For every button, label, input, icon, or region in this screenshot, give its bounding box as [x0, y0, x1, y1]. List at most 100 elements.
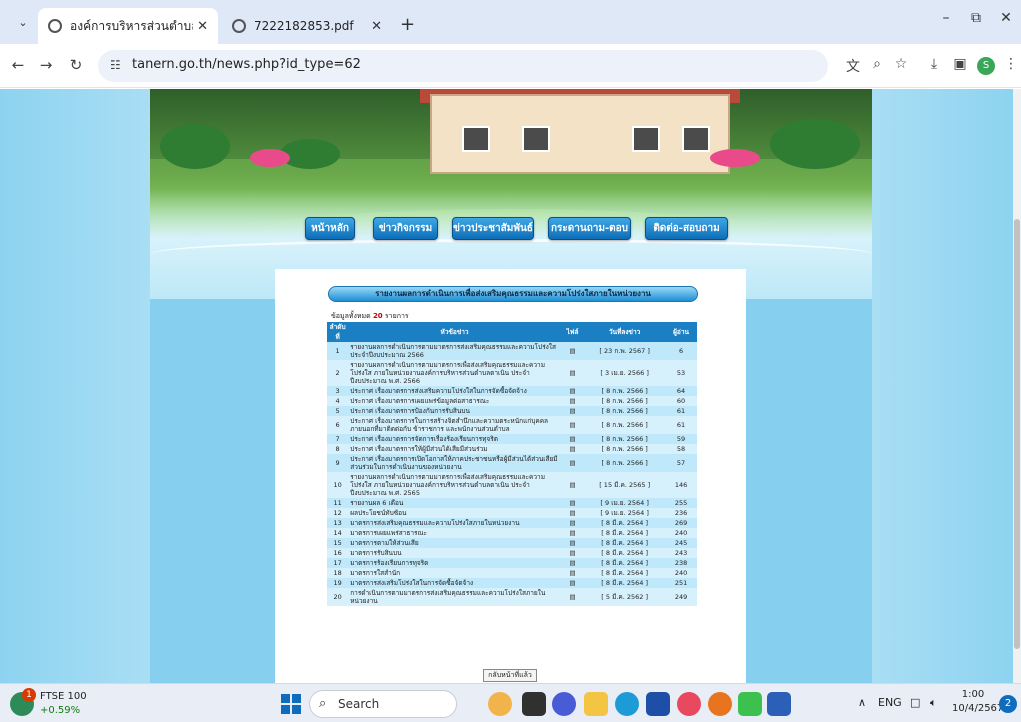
row-title-link[interactable]: มาตรการตามให้ส่วนเสีย: [348, 538, 561, 548]
row-title-link[interactable]: รายงานผลการดำเนินการตามมาตรการเพื่อส่งเส…: [348, 360, 561, 386]
row-title-link[interactable]: ผลประโยชน์ทับซ้อน: [348, 508, 561, 518]
row-title-link[interactable]: มาตรการร้องเรียนการทุจริต: [348, 558, 561, 568]
row-title-link[interactable]: มาตรการส่งเสริมคุณธรรมและความโปร่งใสภายใ…: [348, 518, 561, 528]
taskbar-search[interactable]: ⌕ Search: [309, 690, 457, 718]
row-title-link[interactable]: ประกาศ เรื่องมาตรการเปิดโอกาสให้ภาคประชา…: [348, 454, 561, 472]
table-row[interactable]: 15 มาตรการตามให้ส่วนเสีย ▤[ 8 มี.ค. 2564 ]…: [327, 538, 697, 548]
table-row[interactable]: 9 ประกาศ เรื่องมาตรการเปิดโอกาสให้ภาคประช…: [327, 454, 697, 472]
table-row[interactable]: 11 รายงานผล 6 เดือน ▤[ 9 เม.ย. 2564 ] 255: [327, 498, 697, 508]
restore-icon[interactable]: ⧉: [961, 10, 991, 26]
page-scrollbar[interactable]: [1013, 89, 1021, 683]
file-icon[interactable]: ▤: [560, 578, 585, 588]
forward-icon[interactable]: →: [36, 56, 56, 74]
nav-announcements-button[interactable]: ข่าวประชาสัมพันธ์: [452, 217, 534, 240]
close-tab-icon[interactable]: ✕: [197, 19, 208, 34]
row-title-link[interactable]: ประกาศ เรื่องมาตรการส่งเสริมความโปร่งใสใ…: [348, 386, 561, 396]
site-settings-icon[interactable]: ☷: [110, 58, 121, 72]
tab-pdf[interactable]: 7222182853.pdf ✕: [222, 8, 392, 44]
row-title-link[interactable]: รายงานผล 6 เดือน: [348, 498, 561, 508]
chrome-icon[interactable]: [708, 692, 732, 716]
table-row[interactable]: 12 ผลประโยชน์ทับซ้อน ▤[ 9 เม.ย. 2564 ] 236: [327, 508, 697, 518]
word-icon[interactable]: [767, 692, 791, 716]
row-title-link[interactable]: ประกาศ เรื่องมาตรการให้ผู้มีส่วนได้เสียม…: [348, 444, 561, 454]
chat-icon[interactable]: [552, 692, 576, 716]
row-title-link[interactable]: รายงานผลการดำเนินการตามมาตรการเพื่อส่งเส…: [348, 472, 561, 498]
table-row[interactable]: 5 ประกาศ เรื่องมาตรการป้องกันการรับสินบน ▤…: [327, 406, 697, 416]
file-icon[interactable]: ▤: [560, 518, 585, 528]
back-page-button[interactable]: กลับหน้าที่แล้ว: [483, 669, 537, 682]
table-row[interactable]: 6 ประกาศ เรื่องมาตรการในการสร้างจิตสำนึกแ…: [327, 416, 697, 434]
tray-chevron-icon[interactable]: ∧: [858, 696, 866, 709]
file-icon[interactable]: ▤: [560, 406, 585, 416]
address-bar[interactable]: ☷ tanern.go.th/news.php?id_type=62: [98, 50, 828, 82]
table-row[interactable]: 19 มาตรการส่งเสริมโปร่งใสในการจัดซื้อจัดจ…: [327, 578, 697, 588]
table-row[interactable]: 3 ประกาศ เรื่องมาตรการส่งเสริมความโปร่งใส…: [327, 386, 697, 396]
table-row[interactable]: 10 รายงานผลการดำเนินการตามมาตรการเพื่อส่ง…: [327, 472, 697, 498]
volume-icon[interactable]: 🔈︎: [930, 696, 937, 710]
file-icon[interactable]: ▤: [560, 360, 585, 386]
table-row[interactable]: 1 รายงานผลการดำเนินการตามมาตรการส่งเสริมค…: [327, 342, 697, 360]
nav-home-button[interactable]: หน้าหลัก: [305, 217, 355, 240]
file-icon[interactable]: ▤: [560, 416, 585, 434]
table-row[interactable]: 13 มาตรการส่งเสริมคุณธรรมและความโปร่งใสภา…: [327, 518, 697, 528]
table-row[interactable]: 8 ประกาศ เรื่องมาตรการให้ผู้มีส่วนได้เสีย…: [327, 444, 697, 454]
language-indicator[interactable]: ENG: [878, 696, 902, 709]
table-row[interactable]: 18 มาตรการใสสำนัก ▤[ 8 มี.ค. 2564 ] 240: [327, 568, 697, 578]
file-icon[interactable]: ▤: [560, 548, 585, 558]
file-icon[interactable]: ▤: [560, 498, 585, 508]
file-icon[interactable]: ▤: [560, 588, 585, 606]
file-icon[interactable]: ▤: [560, 472, 585, 498]
reload-icon[interactable]: ↻: [66, 56, 86, 74]
new-tab-button[interactable]: +: [400, 14, 415, 35]
table-row[interactable]: 7 ประกาศ เรื่องมาตรการจัดการเรื่องร้องเรี…: [327, 434, 697, 444]
table-row[interactable]: 2 รายงานผลการดำเนินการตามมาตรการเพื่อส่งเ…: [327, 360, 697, 386]
row-title-link[interactable]: การดำเนินการตามมาตรการส่งเสริมคุณธรรมและ…: [348, 588, 561, 606]
menu-dots-icon[interactable]: ⋮: [1001, 56, 1021, 72]
table-row[interactable]: 17 มาตรการร้องเรียนการทุจริต ▤[ 8 มี.ค. 25…: [327, 558, 697, 568]
file-icon[interactable]: ▤: [560, 568, 585, 578]
download-icon[interactable]: ⤓: [924, 56, 944, 72]
back-icon[interactable]: ←: [8, 56, 28, 74]
edge-icon[interactable]: [615, 692, 639, 716]
row-title-link[interactable]: มาตรการใสสำนัก: [348, 568, 561, 578]
table-row[interactable]: 20 การดำเนินการตามมาตรการส่งเสริมคุณธรรมแ…: [327, 588, 697, 606]
file-icon[interactable]: ▤: [560, 508, 585, 518]
file-icon[interactable]: ▤: [560, 444, 585, 454]
line-icon[interactable]: [738, 692, 762, 716]
file-icon[interactable]: ▤: [560, 434, 585, 444]
file-icon[interactable]: ▤: [560, 528, 585, 538]
media-icon[interactable]: [677, 692, 701, 716]
taskbar-clock[interactable]: 1:00 10/4/2567: [952, 688, 1003, 716]
side-panel-icon[interactable]: ▣: [950, 56, 970, 72]
row-title-link[interactable]: มาตรการรับสินบน: [348, 548, 561, 558]
nav-qa-board-button[interactable]: กระดานถาม-ตอบ: [548, 217, 631, 240]
start-button[interactable]: [281, 694, 301, 714]
close-window-icon[interactable]: ✕: [991, 10, 1021, 26]
zoom-icon[interactable]: ⌕: [867, 56, 887, 72]
file-icon[interactable]: ▤: [560, 454, 585, 472]
row-title-link[interactable]: มาตรการส่งเสริมโปร่งใสในการจัดซื้อจัดจ้า…: [348, 578, 561, 588]
bookmark-star-icon[interactable]: ☆: [891, 56, 911, 72]
scrollbar-thumb[interactable]: [1014, 219, 1020, 649]
file-icon[interactable]: ▤: [560, 386, 585, 396]
url-text[interactable]: tanern.go.th/news.php?id_type=62: [132, 57, 361, 72]
file-icon[interactable]: ▤: [560, 342, 585, 360]
notification-badge[interactable]: 2: [999, 695, 1017, 713]
task-view-icon[interactable]: [522, 692, 546, 716]
network-icon[interactable]: □: [910, 696, 920, 709]
close-tab-icon[interactable]: ✕: [371, 19, 382, 34]
file-icon[interactable]: ▤: [560, 558, 585, 568]
profile-avatar[interactable]: S: [977, 57, 995, 75]
table-row[interactable]: 14 มาตรการเผยแพร่สาธารณะ ▤[ 8 มี.ค. 2564 ]…: [327, 528, 697, 538]
row-title-link[interactable]: มาตรการเผยแพร่สาธารณะ: [348, 528, 561, 538]
nav-contact-button[interactable]: ติดต่อ-สอบถาม: [645, 217, 728, 240]
minimize-icon[interactable]: –: [931, 10, 961, 26]
row-title-link[interactable]: ประกาศ เรื่องมาตรการเผยแพร่ข้อมูลต่อสาธา…: [348, 396, 561, 406]
table-row[interactable]: 16 มาตรการรับสินบน ▤[ 8 มี.ค. 2564 ] 243: [327, 548, 697, 558]
translate-icon[interactable]: 文: [843, 56, 863, 76]
row-title-link[interactable]: รายงานผลการดำเนินการตามมาตรการส่งเสริมคุ…: [348, 342, 561, 360]
tab-active[interactable]: องค์การบริหารส่วนตำบลตาเนิน อำเภ ✕: [38, 8, 218, 44]
row-title-link[interactable]: ประกาศ เรื่องมาตรการจัดการเรื่องร้องเรีย…: [348, 434, 561, 444]
store-icon[interactable]: [646, 692, 670, 716]
tab-search-menu-icon[interactable]: ⌄: [14, 14, 32, 32]
